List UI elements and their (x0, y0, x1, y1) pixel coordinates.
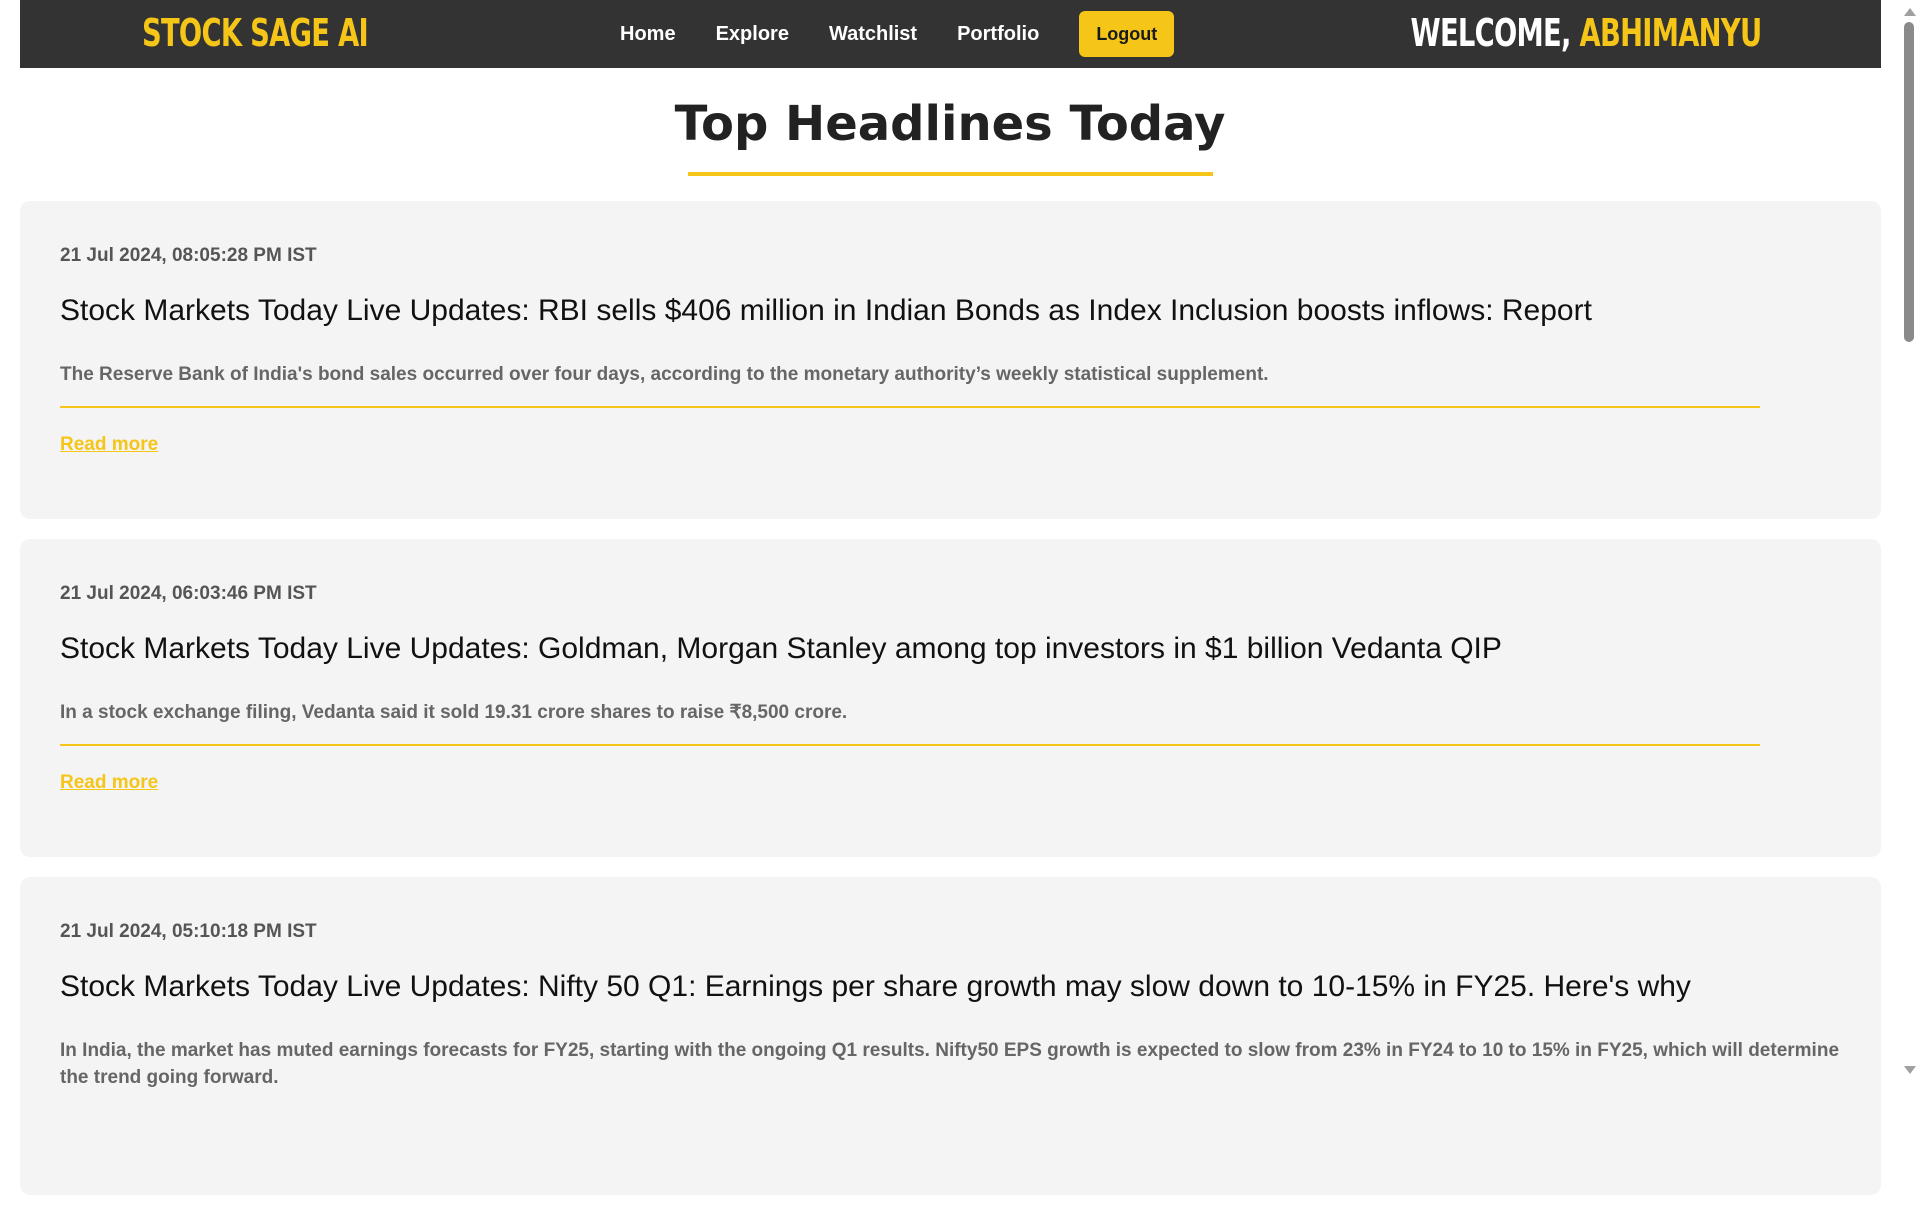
scroll-up-arrow-icon[interactable] (1904, 8, 1916, 16)
welcome-username: ABHIMANYU (1579, 11, 1762, 55)
nav-explore-link[interactable]: Explore (716, 23, 789, 46)
brand-logo[interactable]: STOCK SAGE AI (142, 6, 369, 60)
news-card: 21 Jul 2024, 08:05:28 PM IST Stock Marke… (20, 201, 1881, 519)
page-title: Top Headlines Today (674, 96, 1226, 152)
news-headline: Stock Markets Today Live Updates: RBI se… (60, 294, 1592, 327)
news-card: 21 Jul 2024, 06:03:46 PM IST Stock Marke… (20, 539, 1881, 857)
scroll-thumb[interactable] (1904, 22, 1914, 342)
vertical-scrollbar[interactable] (1900, 0, 1920, 1080)
news-summary: In India, the market has muted earnings … (60, 1040, 1840, 1088)
read-more-link[interactable]: Read more (60, 772, 158, 794)
nav-watchlist-link[interactable]: Watchlist (829, 23, 917, 46)
news-summary: In a stock exchange filing, Vedanta said… (60, 702, 848, 723)
news-divider (60, 406, 1760, 408)
nav-portfolio-link[interactable]: Portfolio (957, 23, 1039, 46)
scroll-down-arrow-icon[interactable] (1904, 1066, 1916, 1074)
news-headline: Stock Markets Today Live Updates: Nifty … (60, 970, 1691, 1003)
welcome-message: WELCOME, ABHIMANYU (1410, 6, 1762, 60)
news-card: 21 Jul 2024, 05:10:18 PM IST Stock Marke… (20, 877, 1881, 1195)
title-underline (688, 172, 1213, 176)
news-divider (60, 744, 1760, 746)
nav-home-link[interactable]: Home (620, 23, 676, 46)
top-navbar: STOCK SAGE AI Home Explore Watchlist Por… (20, 0, 1881, 68)
news-summary: The Reserve Bank of India's bond sales o… (60, 364, 1269, 385)
welcome-prefix: WELCOME, (1410, 11, 1571, 55)
news-list: 21 Jul 2024, 08:05:28 PM IST Stock Marke… (20, 201, 1881, 1215)
news-date: 21 Jul 2024, 05:10:18 PM IST (60, 921, 317, 942)
nav-links: Home Explore Watchlist Portfolio Logout (620, 11, 1175, 57)
logout-button[interactable]: Logout (1079, 11, 1175, 57)
news-date: 21 Jul 2024, 06:03:46 PM IST (60, 583, 317, 604)
news-headline: Stock Markets Today Live Updates: Goldma… (60, 632, 1502, 665)
news-date: 21 Jul 2024, 08:05:28 PM IST (60, 245, 317, 266)
read-more-link[interactable]: Read more (60, 434, 158, 456)
